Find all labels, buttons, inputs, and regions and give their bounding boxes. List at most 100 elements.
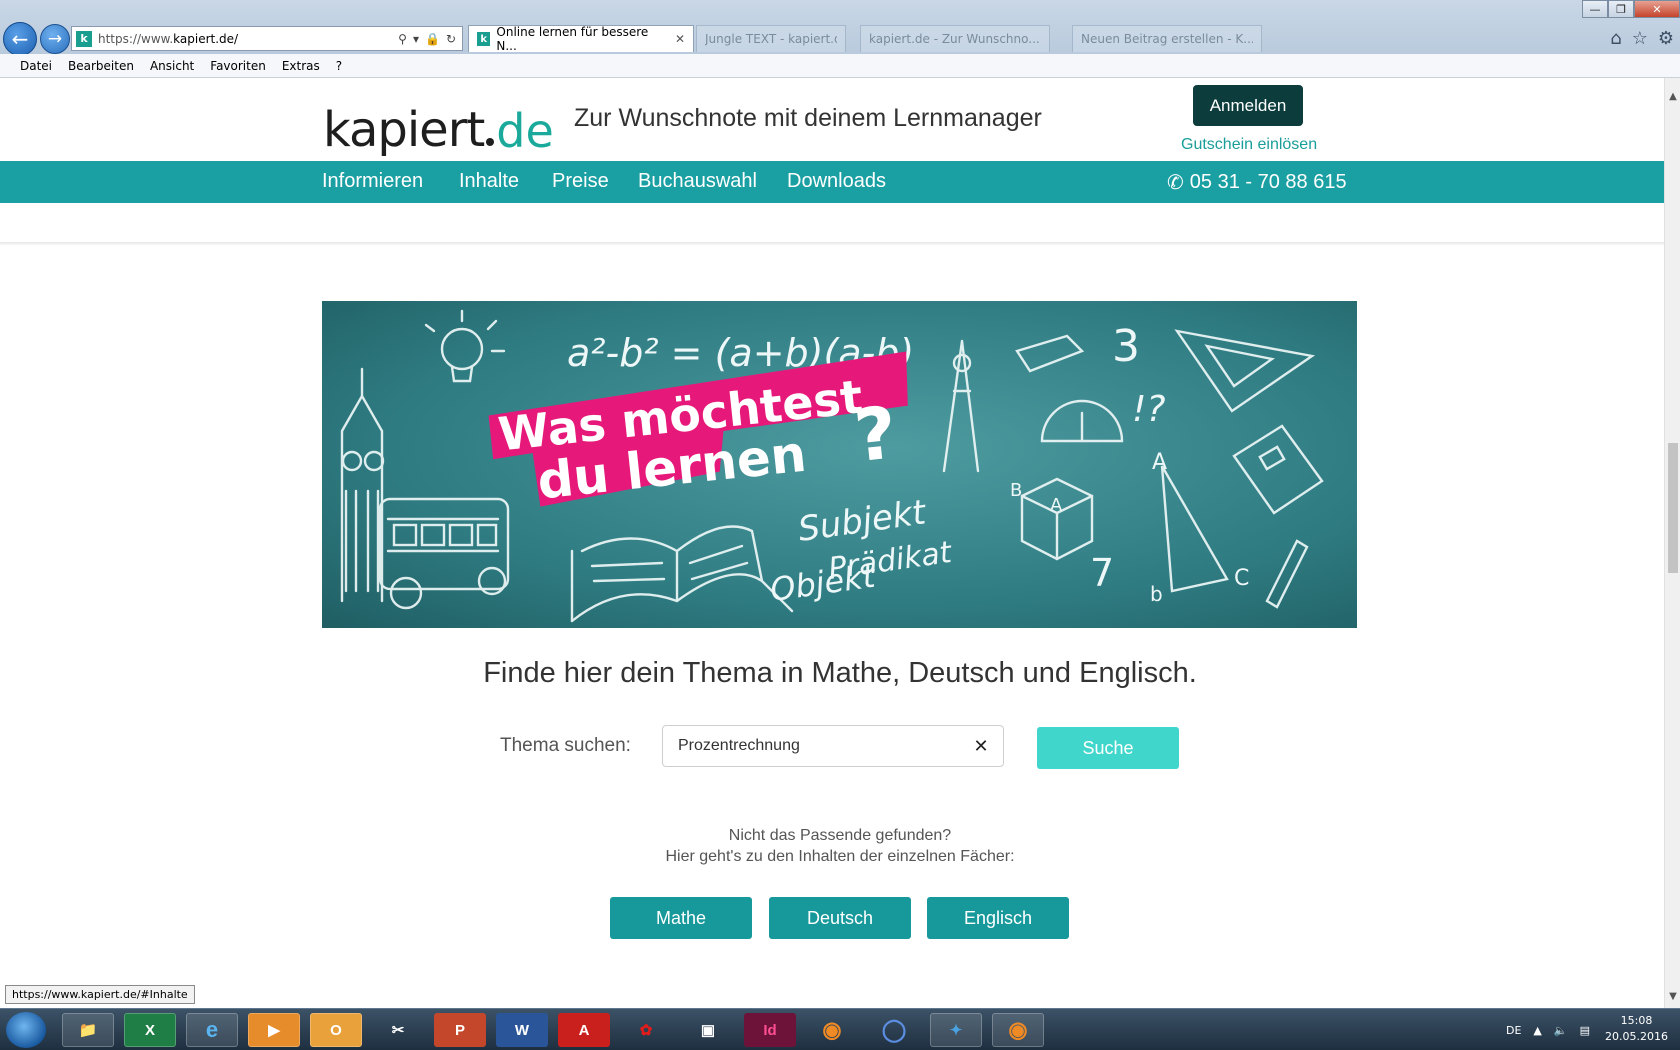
banner-cube-a: A	[1050, 495, 1063, 516]
nav-downloads[interactable]: Downloads	[787, 170, 886, 193]
scroll-up-icon[interactable]: ▲	[1665, 88, 1680, 104]
banner-exclamation: !?	[1132, 389, 1166, 430]
subject-button-deutsch[interactable]: Deutsch	[769, 897, 911, 939]
home-icon[interactable]: ⌂	[1610, 28, 1621, 49]
hint-line-1: Nicht das Passende gefunden?	[728, 827, 952, 844]
phone-number: 05 31 - 70 88 615	[1189, 171, 1347, 193]
banner-word-objekt: Objekt	[768, 556, 879, 608]
phone-link[interactable]: ✆ 05 31 - 70 88 615	[1167, 170, 1347, 195]
speaker-icon[interactable]: 🔈	[1554, 1024, 1568, 1037]
search-label: Thema suchen:	[500, 735, 631, 756]
browser-titlebar: ← → k https://www.kapiert.de/ ⚲ ▾ 🔒 ↻ k …	[0, 0, 1680, 60]
subject-button-mathe[interactable]: Mathe	[610, 897, 752, 939]
minimize-button[interactable]: —	[1582, 0, 1608, 18]
indesign-icon[interactable]: Id	[744, 1013, 796, 1047]
firefox-icon[interactable]: ◉	[806, 1013, 858, 1047]
arrow-right-icon: →	[47, 29, 63, 49]
banner-label-c: C	[1234, 566, 1249, 591]
clock[interactable]: 15:08 20.05.2016	[1605, 1013, 1668, 1045]
subject-button-englisch[interactable]: Englisch	[927, 897, 1069, 939]
nav-preise[interactable]: Preise	[552, 170, 609, 193]
banner-cube-b: B	[1010, 480, 1022, 501]
settings-gear-icon[interactable]: ⚙	[1658, 28, 1674, 49]
site-favicon: k	[76, 30, 92, 47]
dropdown-icon[interactable]: ▾	[413, 32, 419, 46]
menu-item-extras[interactable]: Extras	[276, 59, 326, 73]
app-icon[interactable]: ▣	[682, 1013, 734, 1047]
site-favicon: k	[477, 32, 491, 46]
menu-item-ansicht[interactable]: Ansicht	[144, 59, 200, 73]
hint-line-2: Hier geht's zu den Inhalten der einzelne…	[665, 848, 1015, 865]
outlook-icon[interactable]: O	[310, 1013, 362, 1047]
clock-date: 20.05.2016	[1605, 1030, 1668, 1043]
logo-text-accent: de	[496, 104, 554, 158]
scroll-thumb[interactable]	[1668, 443, 1678, 573]
network-icon[interactable]: ▤	[1580, 1024, 1590, 1037]
address-bar[interactable]: k https://www.kapiert.de/ ⚲ ▾ 🔒 ↻	[71, 26, 463, 51]
tab-title: kapiert.de - Zur Wunschno...	[869, 32, 1040, 46]
powerpoint-icon[interactable]: P	[434, 1013, 486, 1047]
nav-informieren[interactable]: Informieren	[322, 170, 423, 193]
maximize-button[interactable]: ❐	[1608, 0, 1634, 18]
explorer-icon[interactable]: 📁	[62, 1013, 114, 1047]
word-icon[interactable]: W	[496, 1013, 548, 1047]
main-nav: Informieren Inhalte Preise Buchauswahl D…	[0, 161, 1664, 203]
menu-item-bearbeiten[interactable]: Bearbeiten	[62, 59, 140, 73]
tab-inactive-1[interactable]: Jungle TEXT - kapiert.de	[696, 25, 846, 52]
banner-number-7: 7	[1090, 551, 1114, 595]
lock-icon[interactable]: 🔒	[425, 32, 440, 46]
tab-inactive-3[interactable]: Neuen Beitrag erstellen - K...	[1072, 25, 1262, 52]
site-logo[interactable]: kapiert de	[323, 94, 554, 154]
tab-inactive-2[interactable]: kapiert.de - Zur Wunschno...	[860, 25, 1050, 52]
start-button[interactable]	[6, 1012, 46, 1048]
hero-banner: a²-b² = (a+b)(a-b) 3 !? 7 A b C A B Subj…	[322, 301, 1357, 628]
scroll-down-icon[interactable]: ▼	[1665, 988, 1680, 1004]
clock-time: 15:08	[1620, 1014, 1653, 1027]
nav-inhalte[interactable]: Inhalte	[459, 170, 519, 193]
excel-icon[interactable]: X	[124, 1013, 176, 1047]
banner-label-a: A	[1152, 450, 1167, 475]
tab-title: Jungle TEXT - kapiert.de	[705, 32, 837, 46]
search-button[interactable]: Suche	[1037, 727, 1179, 769]
close-window-button[interactable]: ✕	[1634, 0, 1680, 18]
page-content: kapiert de Zur Wunschnote mit deinem Ler…	[0, 78, 1664, 1008]
windows-taskbar: 📁 X e ▶ O ✂ P W A ✿ ▣ Id ◉ ◯ ✦ ◉ DE ▲ 🔈 …	[0, 1008, 1680, 1050]
banner-illustration: a²-b² = (a+b)(a-b) 3 !? 7 A b C A B Subj…	[340, 309, 1324, 623]
banner-label-b: b	[1150, 582, 1163, 606]
phone-icon: ✆	[1167, 172, 1184, 194]
firefox-icon-2[interactable]: ◉	[992, 1013, 1044, 1047]
language-indicator[interactable]: DE	[1506, 1024, 1521, 1037]
clear-icon[interactable]: ✕	[968, 733, 994, 759]
paint-splash-icon[interactable]: ✿	[620, 1013, 672, 1047]
login-button[interactable]: Anmelden	[1193, 85, 1303, 126]
menu-item-help[interactable]: ?	[330, 59, 348, 73]
refresh-icon[interactable]: ↻	[446, 32, 456, 46]
search-input[interactable]	[662, 725, 1004, 767]
twitter-icon[interactable]: ✦	[930, 1013, 982, 1047]
tagline: Zur Wunschnote mit deinem Lernmanager	[574, 104, 1042, 132]
banner-number-3: 3	[1112, 321, 1140, 372]
tray-up-icon[interactable]: ▲	[1533, 1024, 1541, 1037]
favorites-star-icon[interactable]: ☆	[1632, 28, 1648, 49]
tab-title: Online lernen für bessere N...	[496, 25, 649, 53]
internet-explorer-icon[interactable]: e	[186, 1013, 238, 1047]
arrow-left-icon: ←	[11, 27, 29, 51]
close-tab-icon[interactable]: ✕	[675, 32, 685, 46]
page-scrollbar[interactable]: ▲ ▼	[1664, 78, 1680, 1008]
media-player-icon[interactable]: ▶	[248, 1013, 300, 1047]
logo-dot	[486, 138, 495, 146]
back-button[interactable]: ←	[3, 22, 37, 56]
tab-active[interactable]: k Online lernen für bessere N... ✕	[468, 25, 694, 53]
menu-item-favoriten[interactable]: Favoriten	[204, 59, 272, 73]
nav-buchauswahl[interactable]: Buchauswahl	[638, 170, 757, 193]
acrobat-icon[interactable]: A	[558, 1013, 610, 1047]
site-header: kapiert de Zur Wunschnote mit deinem Ler…	[0, 78, 1664, 161]
circle-app-icon[interactable]: ◯	[868, 1013, 920, 1047]
forward-button[interactable]: →	[40, 24, 70, 54]
status-url: https://www.kapiert.de/#Inhalte	[5, 985, 195, 1004]
address-url[interactable]: https://www.kapiert.de/	[98, 32, 398, 46]
snipping-tool-icon[interactable]: ✂	[372, 1013, 424, 1047]
menu-item-datei[interactable]: Datei	[14, 59, 58, 73]
voucher-link[interactable]: Gutschein einlösen	[1181, 136, 1317, 154]
search-icon[interactable]: ⚲	[398, 32, 407, 46]
